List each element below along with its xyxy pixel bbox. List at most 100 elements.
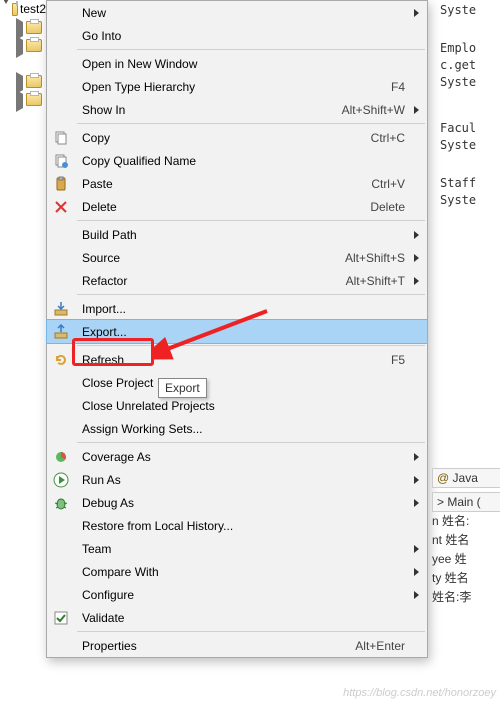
console-line: yee 姓 [432,550,500,569]
menu-item-refactor[interactable]: RefactorAlt+Shift+T [47,269,427,292]
menu-item-label: Close Project [76,376,427,390]
folder-icon [26,93,42,106]
menu-item-export[interactable]: Export... [47,320,427,343]
menu-item-run-as[interactable]: Run As [47,468,427,491]
blank-icon [47,560,75,583]
menu-item-label: Open in New Window [76,57,427,71]
main-entry[interactable]: > Main ( [432,492,500,512]
menu-item-properties[interactable]: PropertiesAlt+Enter [47,634,427,657]
menu-separator [77,442,425,443]
menu-item-label: Copy [76,131,371,145]
menu-item-restore-from-local-history[interactable]: Restore from Local History... [47,514,427,537]
blank-icon [47,75,75,98]
menu-item-label: Configure [76,588,427,602]
menu-item-copy[interactable]: CopyCtrl+C [47,126,427,149]
menu-item-shortcut: Ctrl+C [371,131,427,145]
console-line: n 姓名: [432,512,500,531]
menu-item-shortcut: Alt+Shift+T [346,274,427,288]
menu-item-label: Run As [76,473,427,487]
menu-item-shortcut: F4 [391,80,427,94]
menu-item-new[interactable]: New [47,1,427,24]
menu-item-label: Close Unrelated Projects [76,399,427,413]
chevron-right-icon[interactable] [14,40,24,50]
menu-separator [77,220,425,221]
menu-item-close-project[interactable]: Close Project [47,371,427,394]
menu-item-label: Paste [76,177,371,191]
chevron-right-icon[interactable] [14,76,24,86]
coverage-icon [47,445,75,468]
code-bg-4: Staff Syste [440,175,500,209]
menu-item-label: Validate [76,611,427,625]
blank-icon [47,98,75,121]
folder-icon [12,3,18,16]
menu-item-label: Copy Qualified Name [76,154,427,168]
folder-icon [26,39,42,52]
menu-item-shortcut: Delete [370,200,427,214]
menu-item-assign-working-sets[interactable]: Assign Working Sets... [47,417,427,440]
menu-item-configure[interactable]: Configure [47,583,427,606]
menu-item-open-type-hierarchy[interactable]: Open Type HierarchyF4 [47,75,427,98]
menu-item-label: Show In [76,103,342,117]
copy-icon [47,126,75,149]
blank-icon [47,371,75,394]
menu-item-label: Refresh [76,353,391,367]
run-icon [47,468,75,491]
menu-item-go-into[interactable]: Go Into [47,24,427,47]
menu-item-close-unrelated-projects[interactable]: Close Unrelated Projects [47,394,427,417]
menu-item-label: New [76,6,427,20]
delete-icon [47,195,75,218]
menu-item-paste[interactable]: PasteCtrl+V [47,172,427,195]
menu-separator [77,294,425,295]
menu-item-label: Source [76,251,345,265]
menu-separator [77,123,425,124]
menu-item-label: Compare With [76,565,427,579]
paste-icon [47,172,75,195]
menu-item-label: Import... [76,302,427,316]
validate-icon [47,606,75,629]
menu-item-label: Assign Working Sets... [76,422,427,436]
menu-item-shortcut: Alt+Shift+W [342,103,427,117]
menu-item-shortcut: Alt+Enter [355,639,427,653]
blank-icon [47,583,75,606]
context-menu: New Go Into Open in New Window Open Type Hi… [46,0,428,658]
tooltip: Export [158,378,207,398]
menu-item-shortcut: F5 [391,353,427,367]
blank-icon [47,52,75,75]
console-line: ty 姓名 [432,569,500,588]
chevron-right-icon[interactable] [14,22,24,32]
export-icon [47,320,75,343]
menu-item-team[interactable]: Team [47,537,427,560]
blank-icon [47,24,75,47]
menu-item-shortcut: Ctrl+V [371,177,427,191]
chevron-right-icon[interactable] [14,94,24,104]
menu-item-build-path[interactable]: Build Path [47,223,427,246]
menu-item-label: Restore from Local History... [76,519,427,533]
blank-icon [47,269,75,292]
menu-item-compare-with[interactable]: Compare With [47,560,427,583]
project-tree[interactable]: test2 [0,0,46,200]
watermark: https://blog.csdn.net/honorzoey [343,687,496,699]
tree-root-label[interactable]: test2 [20,2,46,16]
menu-item-copy-qualified-name[interactable]: Copy Qualified Name [47,149,427,172]
folder-icon [26,21,42,34]
menu-item-label: Go Into [76,29,427,43]
menu-item-coverage-as[interactable]: Coverage As [47,445,427,468]
menu-item-open-in-new-window[interactable]: Open in New Window [47,52,427,75]
menu-item-refresh[interactable]: RefreshF5 [47,348,427,371]
menu-item-validate[interactable]: Validate [47,606,427,629]
menu-item-source[interactable]: SourceAlt+Shift+S [47,246,427,269]
blank-icon [47,1,75,24]
menu-item-delete[interactable]: DeleteDelete [47,195,427,218]
debug-icon [47,491,75,514]
blank-icon [47,514,75,537]
menu-item-import[interactable]: Import... [47,297,427,320]
code-bg-3: Facul Syste [440,120,500,154]
chevron-down-icon[interactable] [2,4,10,14]
menu-item-show-in[interactable]: Show InAlt+Shift+W [47,98,427,121]
java-tag[interactable]: @ Java [432,468,500,488]
console-line: 姓名:李 [432,588,500,607]
menu-item-label: Properties [76,639,355,653]
blank-icon [47,537,75,560]
menu-item-debug-as[interactable]: Debug As [47,491,427,514]
menu-item-label: Build Path [76,228,427,242]
